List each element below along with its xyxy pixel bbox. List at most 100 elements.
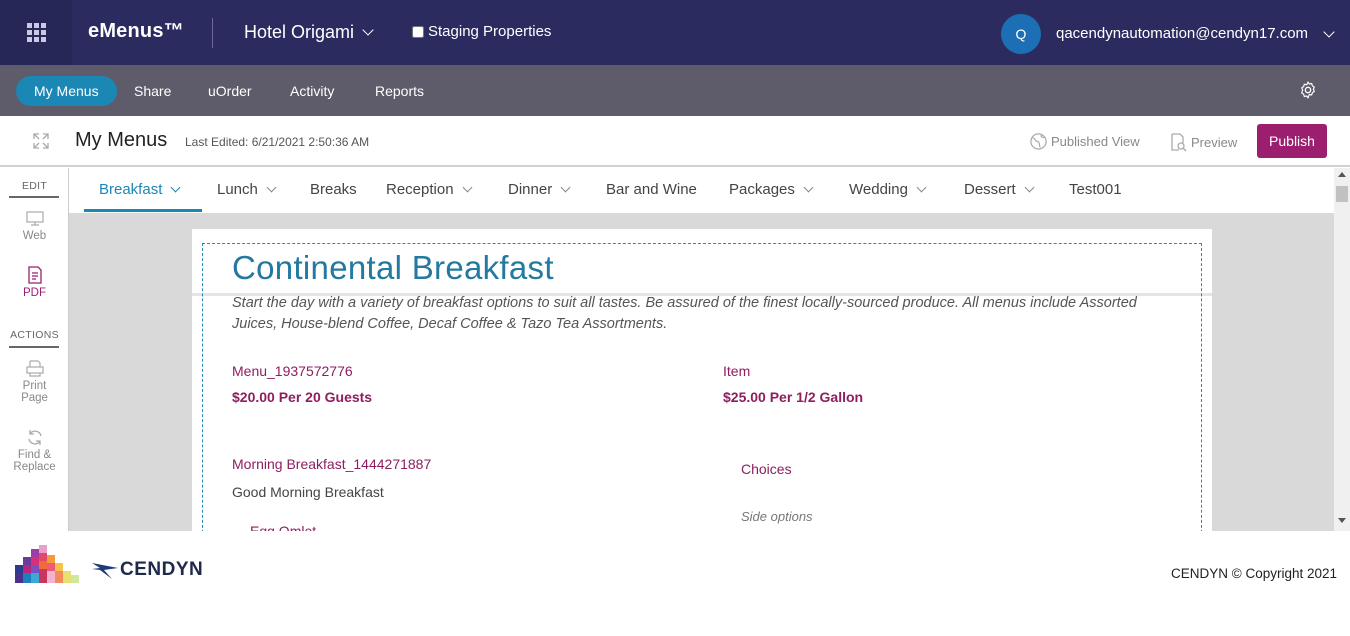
tab-label: Wedding xyxy=(849,181,908,198)
nav-my-menus[interactable]: My Menus xyxy=(16,76,117,106)
cendyn-logo-mosaic xyxy=(15,545,79,583)
tab-packages[interactable]: Packages xyxy=(729,181,814,198)
tab-label: Breaks xyxy=(310,181,357,198)
chevron-down-icon xyxy=(266,182,277,192)
tab-dessert[interactable]: Dessert xyxy=(964,181,1035,198)
side-options-label: Side options xyxy=(741,509,813,524)
chevron-down-icon xyxy=(560,182,571,192)
tab-label: Dinner xyxy=(508,181,553,198)
vertical-scrollbar[interactable] xyxy=(1334,168,1350,531)
editor-canvas: Breakfast Lunch Breaks Reception Dinner … xyxy=(69,168,1334,531)
print-label-line2: Page xyxy=(21,392,48,404)
pdf-icon xyxy=(27,266,42,284)
staging-properties-toggle[interactable]: Staging Properties xyxy=(412,23,551,40)
menu-title[interactable]: Continental Breakfast xyxy=(232,249,554,287)
tab-label: Test001 xyxy=(1069,181,1122,198)
publish-button[interactable]: Publish xyxy=(1257,124,1327,158)
tab-test001[interactable]: Test001 xyxy=(1069,181,1122,198)
scroll-down-arrow-icon[interactable] xyxy=(1338,518,1346,523)
menu-description[interactable]: Start the day with a variety of breakfas… xyxy=(232,293,1172,335)
apps-grid-icon xyxy=(26,23,46,42)
tab-bar-and-wine[interactable]: Bar and Wine xyxy=(606,181,697,198)
pdf-label: PDF xyxy=(23,287,46,299)
preview-button[interactable]: Preview xyxy=(1168,132,1237,152)
expand-icon[interactable] xyxy=(32,132,50,150)
monitor-icon xyxy=(25,211,44,226)
cendyn-bird-icon xyxy=(92,563,118,579)
menu-item-name[interactable]: Item xyxy=(723,363,750,379)
tab-label: Breakfast xyxy=(99,181,163,198)
preview-label: Preview xyxy=(1191,134,1238,150)
side-toolbar: EDIT Web PDF ACTIONS Print Page Find & R… xyxy=(0,168,69,531)
chevron-down-icon xyxy=(170,182,181,192)
cendyn-logo-text: CENDYN xyxy=(120,559,204,580)
web-mode-button[interactable]: Web xyxy=(0,211,69,242)
tab-label: Packages xyxy=(729,181,795,198)
menu-item-name[interactable]: Menu_1937572776 xyxy=(232,363,353,379)
user-email[interactable]: qacendynautomation@cendyn17.com xyxy=(1056,25,1308,42)
tab-breakfast[interactable]: Breakfast xyxy=(99,181,181,198)
scroll-up-arrow-icon[interactable] xyxy=(1338,172,1346,177)
edit-section-label: EDIT xyxy=(21,180,48,192)
edit-section-rule xyxy=(9,196,59,198)
app-brand: eMenus™ xyxy=(88,20,184,42)
staging-checkbox[interactable] xyxy=(412,25,424,38)
tab-label: Dessert xyxy=(964,181,1016,198)
main-nav: My Menus Share uOrder Activity Reports xyxy=(0,65,1350,116)
nav-reports[interactable]: Reports xyxy=(375,76,424,106)
print-page-button[interactable]: Print Page xyxy=(0,360,69,404)
tab-label: Reception xyxy=(386,181,454,198)
menu-item-price: $25.00 Per 1/2 Gallon xyxy=(723,389,864,405)
menu-item-name[interactable]: Morning Breakfast_1444271887 xyxy=(232,456,431,472)
page-title: My Menus xyxy=(75,129,168,151)
footer: CENDYN CENDYN © Copyright 2021 xyxy=(0,531,1350,636)
actions-section-rule xyxy=(9,346,59,348)
tab-reception[interactable]: Reception xyxy=(386,181,472,198)
apps-grid-button[interactable] xyxy=(0,0,72,65)
chevron-down-icon xyxy=(803,182,814,192)
tab-label: Bar and Wine xyxy=(606,181,697,198)
chevron-down-icon xyxy=(916,182,927,192)
menu-item-price: $20.00 Per 20 Guests xyxy=(232,389,373,405)
find-label-line1: Find & xyxy=(17,449,52,461)
nav-uorder[interactable]: uOrder xyxy=(208,76,252,106)
print-label-line1: Print xyxy=(22,380,47,392)
gear-icon[interactable] xyxy=(1298,80,1318,100)
chevron-down-icon xyxy=(1024,182,1035,192)
print-icon xyxy=(25,360,44,377)
brand-divider xyxy=(212,18,213,48)
find-label-line2: Replace xyxy=(13,461,56,473)
top-bar: eMenus™ Hotel Origami Staging Properties… xyxy=(0,0,1350,65)
pdf-mode-button[interactable]: PDF xyxy=(0,266,69,299)
nav-share[interactable]: Share xyxy=(134,76,171,106)
scroll-thumb[interactable] xyxy=(1336,186,1348,202)
chevron-down-icon xyxy=(462,182,472,192)
active-tab-indicator xyxy=(84,209,202,212)
menu-tabs: Breakfast Lunch Breaks Reception Dinner … xyxy=(69,168,1334,213)
tab-dinner[interactable]: Dinner xyxy=(508,181,571,198)
avatar[interactable]: Q xyxy=(1001,14,1041,54)
property-selector[interactable]: Hotel Origami xyxy=(244,22,374,43)
copyright-text: CENDYN © Copyright 2021 xyxy=(1171,566,1338,581)
property-name: Hotel Origami xyxy=(244,22,355,42)
user-menu-chevron-down-icon[interactable] xyxy=(1323,26,1335,38)
staging-label: Staging Properties xyxy=(428,23,552,40)
tab-wedding[interactable]: Wedding xyxy=(849,181,927,198)
published-view-label: Published View xyxy=(1051,134,1140,149)
menu-subitem-name[interactable]: Egg Omlet xyxy=(250,523,316,531)
tab-lunch[interactable]: Lunch xyxy=(217,181,277,198)
refresh-icon xyxy=(27,430,42,445)
choices-heading[interactable]: Choices xyxy=(741,461,792,477)
menu-page: Continental Breakfast Start the day with… xyxy=(192,229,1212,531)
menu-item-subtitle: Good Morning Breakfast xyxy=(232,484,384,500)
nav-activity[interactable]: Activity xyxy=(290,76,334,106)
preview-icon xyxy=(1171,133,1187,152)
published-view-button[interactable]: Published View xyxy=(1029,132,1140,151)
actions-section-label: ACTIONS xyxy=(10,329,59,341)
tab-label: Lunch xyxy=(217,181,258,198)
tab-breaks[interactable]: Breaks xyxy=(310,181,357,198)
find-replace-button[interactable]: Find & Replace xyxy=(0,429,69,473)
web-label: Web xyxy=(22,230,47,242)
page-header: My Menus Last Edited: 6/21/2021 2:50:36 … xyxy=(0,116,1350,167)
globe-icon xyxy=(1030,133,1047,150)
